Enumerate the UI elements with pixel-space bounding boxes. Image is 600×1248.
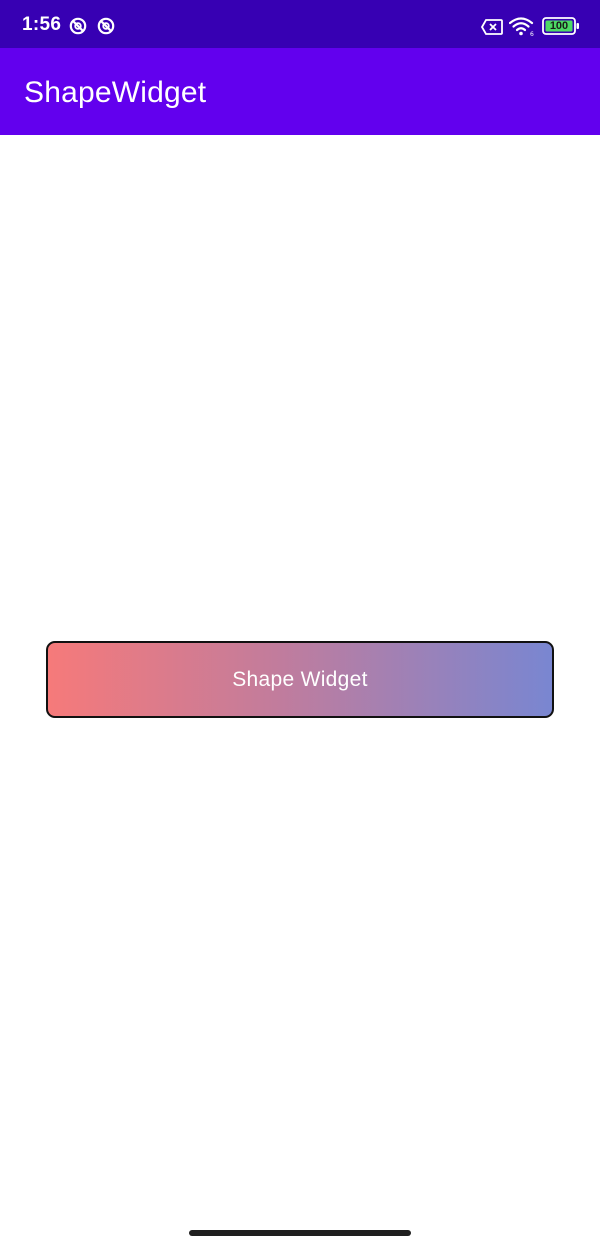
home-indicator[interactable]: [189, 1230, 411, 1236]
no-disturb-icon: [69, 17, 87, 35]
shape-widget-button[interactable]: Shape Widget: [46, 641, 554, 718]
wifi-icon: 6: [509, 17, 534, 37]
status-bar: 1:56 6 100: [0, 0, 600, 48]
app-bar: ShapeWidget: [0, 48, 600, 135]
no-sim-icon: [481, 19, 503, 35]
status-time: 1:56: [22, 14, 62, 35]
app-title: ShapeWidget: [24, 76, 207, 109]
no-disturb-icon: [97, 17, 115, 35]
shape-widget-label: Shape Widget: [232, 667, 368, 691]
screen: 1:56 6 100 ShapeWidget Shape Widget: [0, 0, 600, 1248]
battery-level: 100: [549, 20, 569, 32]
svg-text:6: 6: [530, 31, 534, 37]
